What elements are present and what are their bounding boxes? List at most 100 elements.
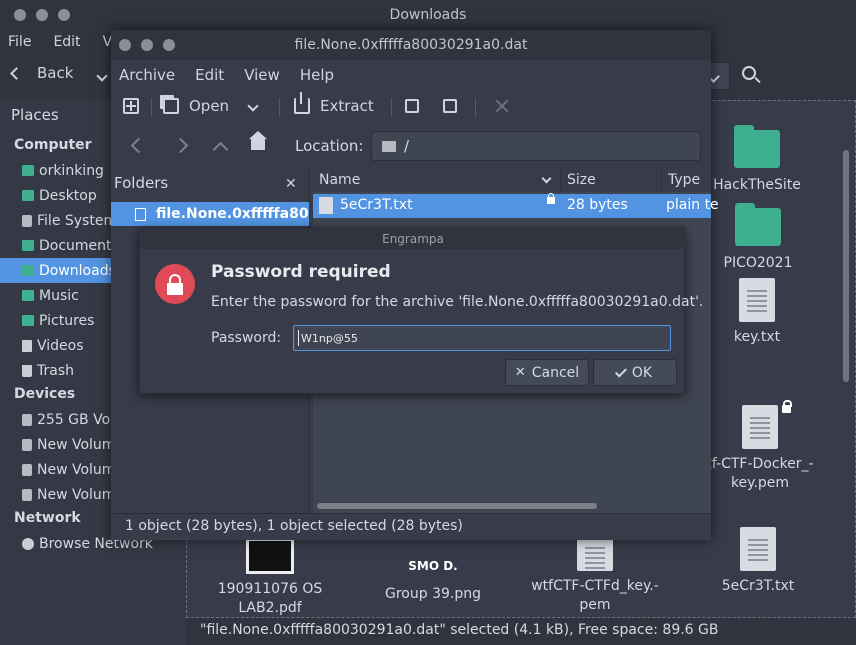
back-button[interactable]: Back [10, 64, 74, 82]
view-all-icon [443, 99, 457, 113]
open-label: Open [189, 97, 230, 115]
window-title: Downloads [389, 7, 467, 23]
column-size[interactable]: Size [561, 168, 662, 192]
back-icon[interactable] [130, 137, 147, 154]
stop-button[interactable] [494, 90, 510, 122]
lock-icon [782, 400, 792, 413]
file-label: Group 39.png [385, 586, 481, 602]
sidebar-item-label: 255 GB Vol [37, 411, 115, 428]
folder-icon [22, 265, 34, 276]
stop-icon [494, 98, 510, 114]
file-label: HackTheSite [713, 177, 801, 193]
extract-button[interactable]: Extract [294, 90, 374, 122]
file-manager-titlebar: Downloads [0, 0, 856, 30]
sidebar-item-label: Documents [39, 237, 119, 254]
column-type[interactable]: Type [662, 168, 711, 192]
toolbar-separator [391, 98, 392, 116]
open-with-dropdown[interactable] [247, 90, 259, 122]
add-files-button[interactable] [123, 90, 139, 122]
file-label: key.pem [730, 475, 790, 491]
password-input[interactable] [293, 325, 671, 351]
lock-icon [155, 264, 195, 304]
location-field[interactable]: / [371, 131, 701, 161]
sidebar-item-label: Trash [37, 362, 74, 379]
up-icon[interactable] [212, 141, 229, 158]
folder-icon [735, 203, 781, 246]
network-icon [22, 537, 34, 550]
file-label: wtfCTF-CTFd_key.- [531, 578, 659, 594]
ok-button[interactable]: OK [593, 359, 677, 386]
extract-icon [294, 92, 310, 114]
sidebar-item-label: New Volum [37, 436, 116, 453]
places-heading[interactable]: Places [11, 106, 59, 124]
file-label: 190911076 OS [217, 581, 323, 597]
file-item-key-txt[interactable]: key.txt [712, 278, 802, 347]
file-item-docker-key-pem[interactable]: tf-CTF-Docker_- key.pem [700, 400, 820, 493]
menu-archive[interactable]: Archive [119, 66, 175, 84]
history-dropdown-icon[interactable] [96, 70, 108, 82]
search-icon[interactable] [742, 66, 756, 80]
sidebar-item-label: New Volum [37, 461, 116, 478]
menu-edit[interactable]: Edit [195, 66, 224, 84]
forward-icon[interactable] [172, 137, 189, 154]
window-title: file.None.0xfffffa80030291a0.dat [294, 37, 528, 53]
open-icon [163, 98, 179, 114]
drive-icon [22, 438, 32, 451]
file-manager-statusbar: "file.None.0xfffffa80030291a0.dat" selec… [186, 618, 856, 645]
view-file-button[interactable] [405, 90, 419, 122]
file-item-group39-png[interactable]: SMO D. Group 39.png [373, 545, 493, 604]
file-item-secret-txt[interactable]: 5eCr3T.txt [712, 527, 804, 596]
section-devices: Devices [14, 386, 76, 402]
row-name: 5eCr3T.txt [340, 197, 413, 213]
table-row[interactable]: 5eCr3T.txt 28 bytes plain te [313, 193, 719, 218]
section-network: Network [14, 510, 81, 526]
file-item-ctfd-key-pem[interactable]: wtfCTF-CTFd_key.- pem [520, 535, 670, 615]
file-label: PICO2021 [723, 255, 793, 271]
back-label: Back [37, 64, 74, 82]
sort-chevron-icon [541, 173, 552, 183]
trash-icon [22, 364, 32, 377]
menu-edit[interactable]: Edit [53, 34, 80, 50]
menu-view[interactable]: View [244, 66, 280, 84]
sidebar-item-label: orkinking [39, 162, 104, 179]
close-icon: ✕ [514, 365, 526, 380]
file-item-lab2-pdf[interactable]: 190911076 OS LAB2.pdf [210, 538, 330, 618]
open-button[interactable]: Open [163, 90, 229, 122]
file-label: pem [579, 597, 611, 613]
menu-file[interactable]: File [8, 34, 31, 50]
folder-tree-item[interactable]: file.None.0xfffffa80... [111, 202, 309, 226]
video-icon [22, 339, 32, 352]
text-file-icon [577, 535, 613, 571]
location-bar: Location: / [111, 129, 711, 163]
dialog-title: Engrampa [140, 229, 686, 249]
password-dialog: Engrampa Password required Enter the pas… [139, 228, 703, 394]
sidebar-item-label: Downloads [39, 262, 116, 279]
cancel-button[interactable]: ✕ Cancel [505, 359, 589, 386]
column-label: Size [567, 172, 596, 188]
check-icon [614, 364, 627, 378]
drive-icon [22, 413, 32, 426]
folder-icon [22, 240, 34, 251]
extract-label: Extract [320, 97, 374, 115]
archive-menubar: Archive Edit View Help [119, 66, 334, 84]
column-name[interactable]: Name [313, 168, 561, 192]
dialog-heading: Password required [211, 262, 391, 282]
sidebar-item-label: Videos [37, 337, 84, 354]
folders-heading: Folders [114, 174, 169, 192]
image-thumbnail: SMO D. [408, 559, 458, 573]
sidebar-item-label: Desktop [39, 187, 97, 204]
file-item-hackthesite[interactable]: HackTheSite [712, 125, 802, 195]
chevron-down-icon [247, 100, 259, 112]
horizontal-scrollbar[interactable] [317, 503, 597, 509]
toolbar-separator [151, 98, 152, 116]
close-icon[interactable]: ✕ [285, 176, 297, 192]
password-label: Password: [211, 330, 282, 346]
view-all-button[interactable] [443, 90, 457, 122]
file-manager-menubar: File Edit Vie [8, 34, 124, 50]
vertical-scrollbar[interactable] [843, 150, 849, 382]
drive-icon [22, 463, 32, 476]
file-item-pico2021[interactable]: PICO2021 [712, 203, 804, 273]
menu-help[interactable]: Help [300, 66, 334, 84]
back-arrow-icon [10, 66, 23, 80]
home-icon[interactable] [249, 131, 267, 150]
